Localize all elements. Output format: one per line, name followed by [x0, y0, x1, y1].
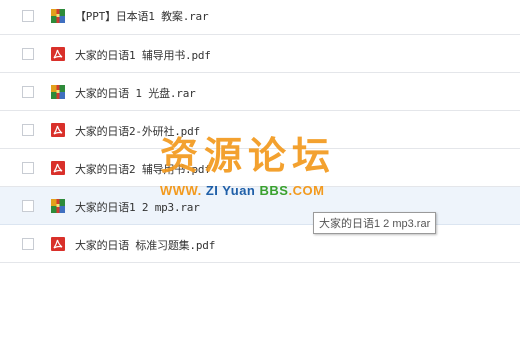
file-row[interactable]: 大家的日语1 2 mp3.rar	[0, 187, 520, 225]
file-row[interactable]: 大家的日语1 辅导用书.pdf	[0, 35, 520, 73]
file-row[interactable]: 大家的日语2 辅导用书.pdf	[0, 149, 520, 187]
file-row[interactable]: 大家的日语 标准习题集.pdf	[0, 225, 520, 263]
file-row[interactable]: 【PPT】日本语1 教案.rar	[0, 0, 520, 35]
pdf-file-icon	[50, 236, 66, 252]
row-checkbox[interactable]	[22, 200, 34, 212]
file-name[interactable]: 大家的日语2-外研社.pdf	[75, 123, 200, 139]
pdf-file-icon	[50, 46, 66, 62]
rar-archive-icon	[50, 84, 66, 100]
row-checkbox[interactable]	[22, 48, 34, 60]
row-checkbox[interactable]	[22, 86, 34, 98]
file-name[interactable]: 大家的日语2 辅导用书.pdf	[75, 161, 211, 177]
pdf-file-icon	[50, 122, 66, 138]
row-checkbox[interactable]	[22, 10, 34, 22]
rar-archive-icon	[50, 198, 66, 214]
file-name[interactable]: 大家的日语 1 光盘.rar	[75, 85, 196, 101]
pdf-file-icon	[50, 160, 66, 176]
filename-tooltip: 大家的日语1 2 mp3.rar	[313, 212, 437, 234]
file-row[interactable]: 大家的日语2-外研社.pdf	[0, 111, 520, 149]
rar-archive-icon	[50, 8, 66, 24]
file-name[interactable]: 大家的日语1 2 mp3.rar	[75, 199, 200, 215]
row-checkbox[interactable]	[22, 162, 34, 174]
file-name[interactable]: 大家的日语1 辅导用书.pdf	[75, 47, 211, 63]
file-name[interactable]: 【PPT】日本语1 教案.rar	[75, 8, 209, 24]
row-checkbox[interactable]	[22, 238, 34, 250]
file-name[interactable]: 大家的日语 标准习题集.pdf	[75, 237, 215, 253]
row-checkbox[interactable]	[22, 124, 34, 136]
file-list: 【PPT】日本语1 教案.rar 大家的日语1 辅导用书.pdf 大家的日语 1…	[0, 0, 520, 263]
file-row[interactable]: 大家的日语 1 光盘.rar	[0, 73, 520, 111]
